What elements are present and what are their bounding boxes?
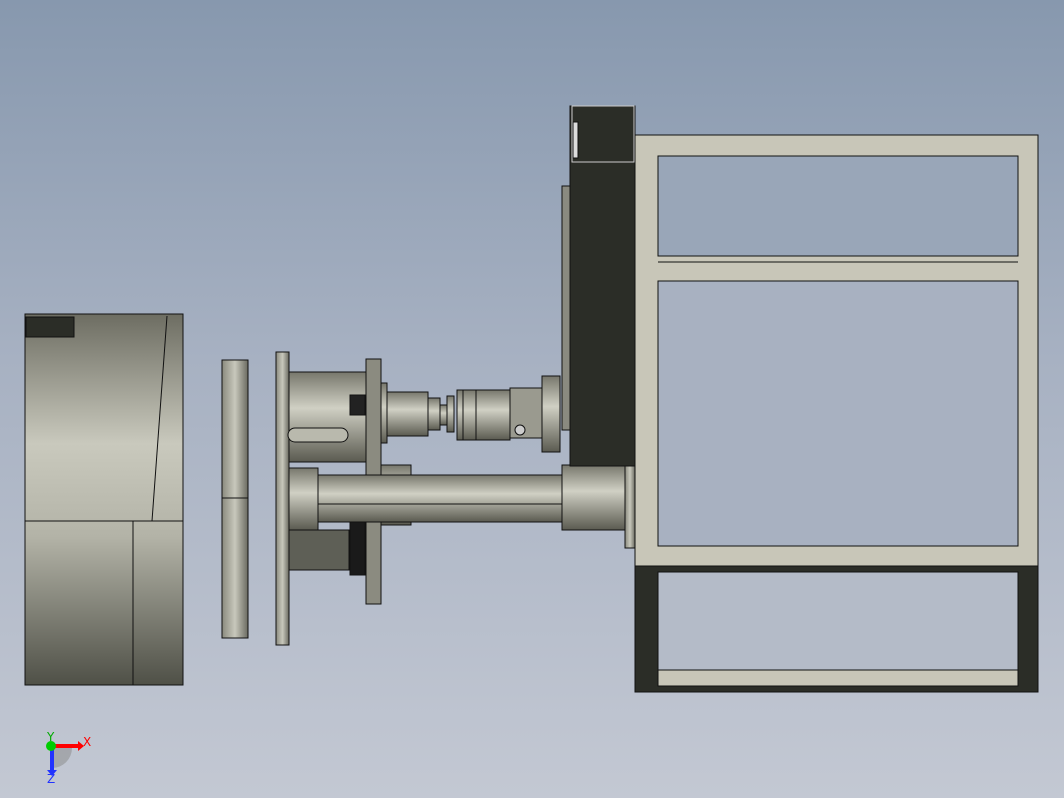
orientation-triad: X Y Z — [46, 730, 91, 786]
y-axis-label: Y — [46, 730, 55, 744]
cad-viewport[interactable]: X Y Z — [0, 0, 1064, 798]
drum-housing[interactable] — [24, 313, 184, 686]
x-axis-label: X — [83, 735, 91, 749]
upper-spindle[interactable] — [380, 375, 561, 453]
z-axis-label: Z — [47, 772, 55, 786]
machine-frame[interactable] — [634, 134, 1039, 693]
mounting-panel[interactable] — [561, 105, 636, 467]
flange-disc[interactable] — [221, 359, 249, 639]
